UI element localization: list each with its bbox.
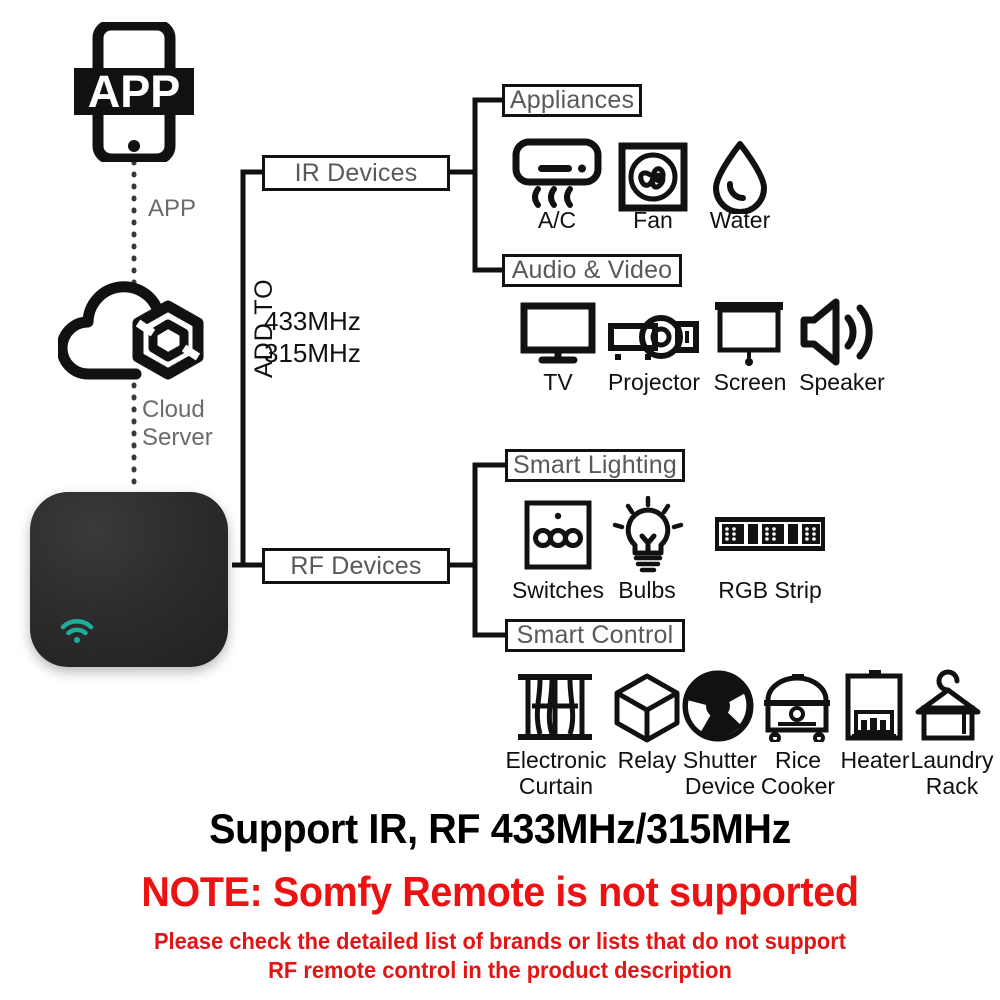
- caption-laundry-rack: Laundry Rack: [910, 747, 994, 799]
- app-icon-text: APP: [88, 66, 181, 117]
- heater-icon: [845, 670, 903, 747]
- caption-projector: Projector: [607, 369, 701, 395]
- wire-rf-to-lighting: [450, 462, 505, 568]
- footer-note-line: NOTE: Somfy Remote is not supported: [141, 868, 859, 915]
- caption-bulbs: Bulbs: [618, 577, 676, 603]
- caption-electronic-curtain: Electronic Curtain: [505, 747, 607, 799]
- caption-speaker: Speaker: [799, 369, 885, 395]
- wire-ir-to-appliances: [450, 97, 502, 175]
- caption-rice-cooker: Rice Cooker: [760, 747, 836, 799]
- rgb-strip-icon: [714, 513, 826, 560]
- caption-ac: A/C: [537, 207, 577, 233]
- fan-icon: [618, 142, 688, 217]
- curtain-icon: [516, 672, 594, 747]
- app-phone-icon: APP: [72, 19, 196, 167]
- group-box-appliances[interactable]: Appliances: [502, 84, 642, 117]
- speaker-icon: [800, 296, 884, 373]
- ac-icon: [512, 138, 602, 215]
- group-box-smart-lighting[interactable]: Smart Lighting: [505, 449, 685, 482]
- footer-support-line: Support IR, RF 433MHz/315MHz: [209, 805, 791, 852]
- branch-box-rf-devices[interactable]: RF Devices: [262, 548, 450, 584]
- footer-sub-line-1: Please check the detailed list of brands…: [153, 928, 847, 954]
- rice-cooker-icon: [760, 674, 834, 747]
- bulb-icon: [612, 495, 684, 579]
- projector-icon: [608, 312, 700, 367]
- app-label: APP: [148, 195, 197, 222]
- branch-box-ir-devices[interactable]: IR Devices: [262, 155, 450, 191]
- relay-cube-icon: [614, 673, 680, 748]
- caption-screen: Screen: [713, 369, 787, 395]
- frequency-label: 433MHz 315MHz: [264, 306, 361, 368]
- shutter-icon: [682, 670, 754, 747]
- wifi-icon: [60, 619, 94, 643]
- caption-fan: Fan: [633, 207, 673, 233]
- cloud-server-icon: [56, 278, 214, 393]
- wire-ir-to-audio: [472, 172, 502, 273]
- group-box-audio-video[interactable]: Audio & Video: [502, 254, 682, 287]
- caption-tv: TV: [543, 369, 573, 395]
- footer-sub-line-2: RF remote control in the product descrip…: [268, 957, 732, 983]
- laundry-rack-icon: [912, 668, 984, 747]
- group-box-smart-control[interactable]: Smart Control: [505, 619, 685, 652]
- wall-switch-icon: [524, 500, 592, 575]
- caption-water: Water: [709, 207, 771, 233]
- diagram-canvas: APP APP Cloud Server ADD TO 433MHz 315MH…: [0, 0, 1000, 1000]
- caption-rgb-strip: RGB Strip: [718, 577, 822, 603]
- tv-icon: [520, 302, 596, 371]
- screen-icon: [712, 298, 786, 373]
- smart-hub-device[interactable]: [30, 492, 228, 667]
- cloud-server-label: Cloud Server: [142, 396, 213, 452]
